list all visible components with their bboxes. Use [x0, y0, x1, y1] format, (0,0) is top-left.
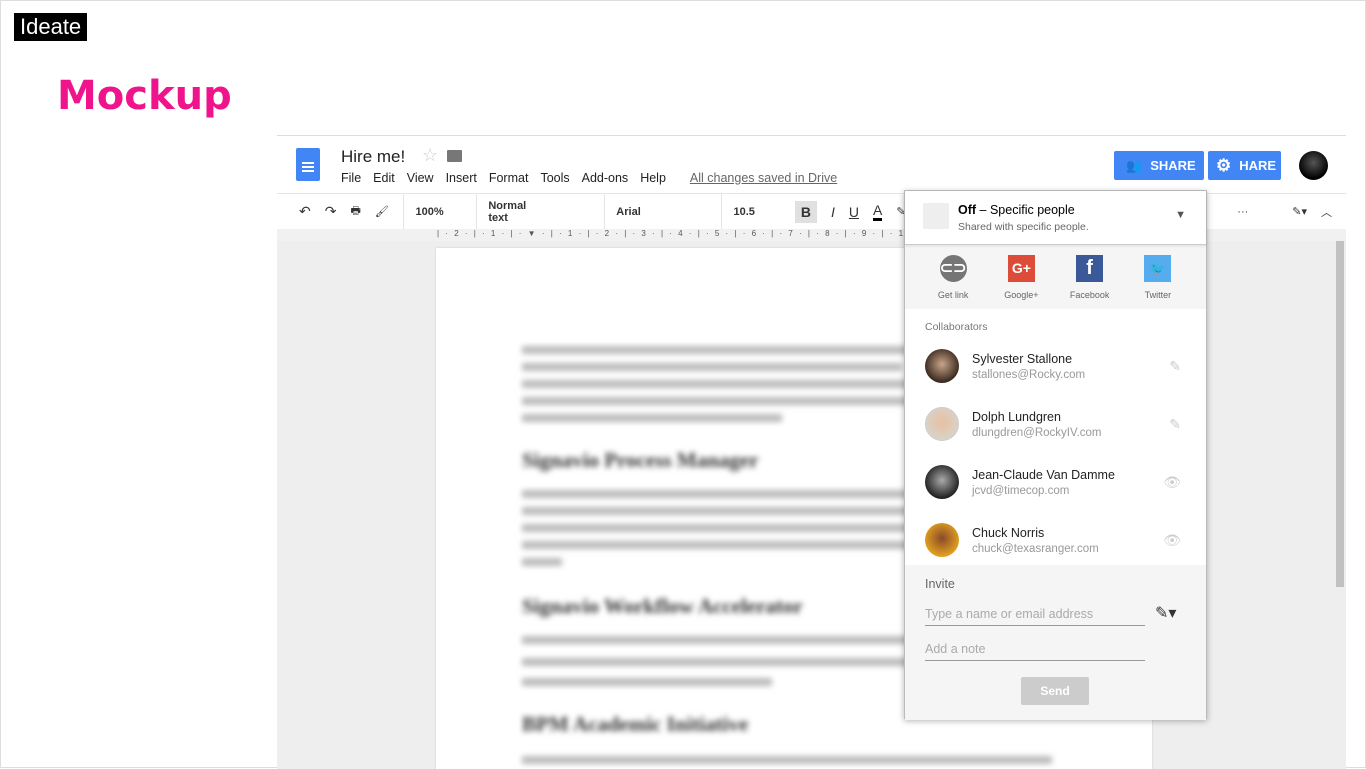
facebook-label: Facebook: [1069, 290, 1110, 300]
people-icon: 👥: [1126, 157, 1143, 173]
send-button[interactable]: Send: [1021, 677, 1089, 705]
user-avatar[interactable]: [1299, 151, 1328, 180]
avatar: [925, 523, 959, 557]
menu-edit[interactable]: Edit: [373, 171, 395, 185]
redo-icon[interactable]: ↷: [325, 203, 337, 220]
menu-format[interactable]: Format: [489, 171, 529, 185]
menu-insert[interactable]: Insert: [446, 171, 477, 185]
people-icon: [923, 203, 949, 229]
google-plus-label: Google+: [1004, 290, 1039, 300]
paint-format-icon[interactable]: 🖌: [375, 205, 389, 218]
twitter-icon: 🐦: [1144, 255, 1172, 282]
social-share-row: ⊂⊃ Get link G+ Google+ f Facebook 🐦 Twitter: [905, 245, 1206, 309]
collaborator-name: Dolph Lundgren: [972, 409, 1061, 424]
save-status-link[interactable]: All changes saved in Drive: [690, 171, 837, 185]
facebook-icon: f: [1076, 255, 1104, 282]
print-icon[interactable]: 🖶: [350, 202, 360, 221]
invite-email-input[interactable]: Type a name or email address: [925, 601, 1145, 626]
menu-tools[interactable]: Tools: [540, 171, 569, 185]
get-link-button[interactable]: ⊂⊃ Get link: [923, 255, 983, 309]
collaborators-list: Collaborators Sylvester Stallone stallone…: [905, 309, 1206, 565]
doc-heading: Signavio Workflow Accelerator: [522, 594, 803, 618]
italic-button[interactable]: I: [831, 204, 835, 220]
editing-mode-icon[interactable]: ✎▾: [1292, 205, 1307, 218]
avatar: [925, 349, 959, 383]
collaborator-item[interactable]: Chuck Norris chuck@texasranger.com 👁: [925, 511, 1186, 569]
doc-title[interactable]: Hire me!: [341, 147, 405, 167]
note-input[interactable]: Add a note: [925, 636, 1145, 661]
get-link-label: Get link: [937, 290, 969, 300]
ideate-label: Ideate: [14, 13, 88, 41]
docs-logo-icon[interactable]: [296, 148, 320, 181]
invite-heading: Invite: [925, 577, 955, 591]
style-select[interactable]: Normal text: [488, 200, 529, 224]
twitter-button[interactable]: 🐦 Twitter: [1128, 255, 1188, 309]
chevron-down-icon[interactable]: ▼: [1175, 209, 1186, 221]
font-size-select[interactable]: 10.5: [733, 206, 754, 218]
collaborator-name: Sylvester Stallone: [972, 351, 1073, 366]
collaborator-name: Jean-Claude Van Damme: [972, 467, 1115, 482]
share-settings-button[interactable]: ⚙ HARE: [1208, 151, 1281, 180]
view-permission-icon[interactable]: 👁: [1163, 532, 1181, 549]
collaborators-heading: Collaborators: [925, 321, 988, 333]
underline-button[interactable]: U: [849, 204, 859, 220]
menu-help[interactable]: Help: [640, 171, 666, 185]
zoom-select[interactable]: 100%: [416, 206, 444, 218]
menu-file[interactable]: File: [341, 171, 361, 185]
collaborator-email: chuck@texasranger.com: [972, 542, 1099, 555]
collaborator-email: dlungdren@RockyIV.com: [972, 426, 1102, 439]
scrollbar[interactable]: [1336, 241, 1344, 587]
text-color-button[interactable]: A: [873, 202, 883, 221]
share-label: SHARE: [1150, 158, 1196, 173]
facebook-button[interactable]: f Facebook: [1060, 255, 1120, 309]
permission-dropdown[interactable]: ✎▾: [1155, 603, 1176, 623]
link-sharing-select[interactable]: Off – Specific people Shared with specif…: [905, 191, 1206, 245]
collaborator-name: Chuck Norris: [972, 525, 1045, 540]
collaborator-item[interactable]: Dolph Lundgren dlungdren@RockyIV.com ✎: [925, 395, 1186, 453]
collaborator-item[interactable]: Jean-Claude Van Damme jcvd@timecop.com 👁: [925, 453, 1186, 511]
bold-button[interactable]: B: [794, 200, 817, 223]
avatar: [925, 465, 959, 499]
sharing-status: Off: [958, 203, 977, 217]
menu-addons[interactable]: Add-ons: [582, 171, 629, 185]
edit-permission-icon[interactable]: ✎: [1169, 416, 1181, 433]
menu-bar: File Edit View Insert Format Tools Add-o…: [341, 171, 837, 185]
google-plus-button[interactable]: G+ Google+: [991, 255, 1051, 309]
twitter-label: Twitter: [1144, 290, 1172, 300]
folder-icon[interactable]: [447, 150, 462, 162]
more-icon[interactable]: ···: [1237, 206, 1248, 218]
menu-view[interactable]: View: [407, 171, 434, 185]
share-popup: Off – Specific people Shared with specif…: [904, 190, 1207, 720]
undo-icon[interactable]: ↶: [299, 203, 311, 220]
font-select[interactable]: Arial: [616, 206, 640, 218]
avatar: [925, 407, 959, 441]
collapse-icon[interactable]: ︿: [1321, 204, 1332, 220]
slide-title: Mockup: [57, 73, 232, 119]
share-label-2: HARE: [1239, 158, 1277, 173]
collaborator-email: jcvd@timecop.com: [972, 484, 1070, 497]
collaborator-email: stallones@Rocky.com: [972, 368, 1086, 381]
view-permission-icon[interactable]: 👁: [1163, 474, 1181, 491]
sharing-mode: – Specific people: [976, 203, 1075, 217]
collaborator-item[interactable]: Sylvester Stallone stallones@Rocky.com ✎: [925, 337, 1186, 395]
sharing-description: Shared with specific people.: [958, 221, 1089, 233]
doc-heading: Signavio Process Manager: [522, 448, 759, 472]
edit-permission-icon[interactable]: ✎: [1169, 358, 1181, 375]
doc-header: Hire me! ☆ File Edit View Insert Format …: [277, 136, 1346, 193]
doc-heading: BPM Academic Initiative: [522, 712, 749, 736]
star-icon[interactable]: ☆: [422, 145, 438, 166]
google-plus-icon: G+: [1007, 255, 1035, 282]
gear-icon: ⚙: [1216, 155, 1232, 175]
invite-section: Invite Type a name or email address ✎▾ A…: [905, 565, 1206, 720]
share-button[interactable]: 👥 SHARE: [1114, 151, 1204, 180]
link-icon: ⊂⊃: [939, 255, 967, 282]
